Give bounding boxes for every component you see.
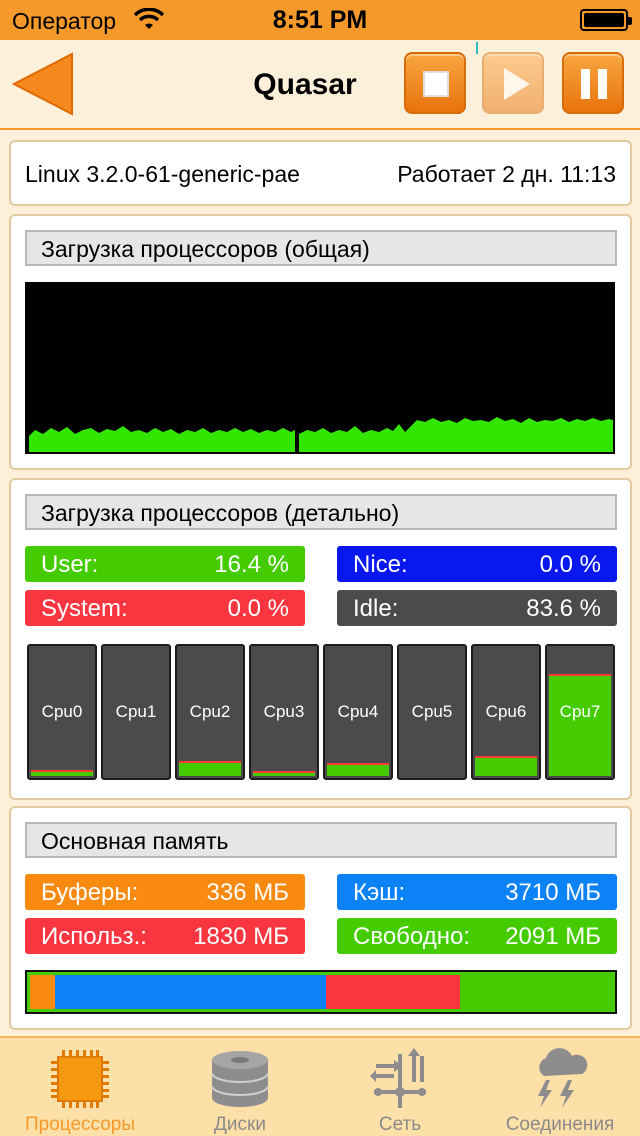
memory-usage-bar (25, 970, 617, 1014)
cpu-name: Cpu7 (559, 702, 601, 721)
memory-buffers-segment (30, 975, 55, 1009)
cache-stat: Кэш: 3710 МБ (337, 874, 617, 910)
cpu-name: Cpu5 (411, 702, 453, 721)
stat-value: 2091 МБ (505, 923, 601, 950)
network-icon (370, 1048, 426, 1108)
memory-cache-segment (55, 975, 326, 1009)
cpu-core-1: Cpu1 (101, 644, 171, 780)
stat-label: System: (41, 595, 128, 622)
tab-label: Процессоры (24, 1114, 136, 1135)
disk-icon (211, 1051, 269, 1107)
cpu-core-3: Cpu3 (249, 644, 319, 780)
back-arrow-icon[interactable] (12, 52, 74, 116)
tab-network[interactable]: Сеть (320, 1038, 480, 1136)
system-info-panel: Linux 3.2.0-61-generic-pae Работает 2 дн… (9, 140, 632, 206)
tab-disks[interactable]: Диски (160, 1038, 320, 1136)
cpu-load-area (29, 417, 613, 452)
cursor-mark (476, 42, 478, 54)
section-header: Основная память (25, 822, 617, 858)
cpu-name: Cpu6 (485, 702, 527, 721)
cpu-load-bar (179, 761, 241, 776)
stat-value: 0.0 % (539, 551, 601, 578)
stat-value: 1830 МБ (193, 923, 289, 950)
stat-label: Использ.: (41, 923, 147, 950)
memory-used-segment (326, 975, 460, 1009)
cpu-name: Cpu1 (115, 702, 157, 721)
tab-connections[interactable]: Соединения (480, 1038, 640, 1136)
idle-stat: Idle: 83.6 % (337, 590, 617, 626)
cpu-name: Cpu2 (189, 702, 231, 721)
cpu-load-bar (549, 674, 611, 776)
used-stat: Использ.: 1830 МБ (25, 918, 305, 954)
system-stat: System: 0.0 % (25, 590, 305, 626)
os-version: Linux 3.2.0-61-generic-pae (25, 161, 300, 187)
play-button[interactable] (482, 52, 544, 114)
cpu-load-graph (25, 282, 615, 454)
cpu-load-bar (475, 756, 537, 776)
clock: 8:51 PM (272, 6, 368, 34)
tab-bar: Процессоры Диски Сеть Соединения (0, 1036, 640, 1136)
cpu-load-bar (327, 763, 389, 776)
pause-button[interactable] (562, 52, 624, 114)
stat-value: 83.6 % (526, 595, 601, 622)
section-header: Загрузка процессоров (детально) (25, 494, 617, 530)
uptime: Работает 2 дн. 11:13 (397, 161, 616, 187)
buffers-stat: Буферы: 336 МБ (25, 874, 305, 910)
cpu-detail-panel: Загрузка процессоров (детально) User: 16… (9, 478, 632, 800)
tab-label: Диски (214, 1114, 266, 1135)
status-bar: Оператор 8:51 PM (0, 0, 640, 40)
cpu-chip-icon (51, 1050, 109, 1108)
nice-stat: Nice: 0.0 % (337, 546, 617, 582)
cpu-name: Cpu3 (263, 702, 305, 721)
cpu-core-7: Cpu7 (545, 644, 615, 780)
stat-value: 3710 МБ (505, 879, 601, 906)
battery-icon (580, 9, 632, 31)
stat-label: User: (41, 551, 99, 578)
stat-label: Свободно: (353, 923, 470, 950)
cpu-load-bar (253, 771, 315, 776)
stop-button[interactable] (404, 52, 466, 114)
stop-icon (423, 71, 449, 97)
stat-label: Буферы: (41, 879, 139, 906)
stat-value: 16.4 % (214, 551, 289, 578)
cpu-core-2: Cpu2 (175, 644, 245, 780)
tab-processors[interactable]: Процессоры (0, 1038, 160, 1136)
section-header: Загрузка процессоров (общая) (25, 230, 617, 266)
stat-label: Idle: (353, 595, 399, 622)
memory-panel: Основная память Буферы: 336 МБ Кэш: 3710… (9, 806, 632, 1030)
cpu-core-4: Cpu4 (323, 644, 393, 780)
tab-label: Сеть (378, 1114, 422, 1135)
cpu-core-0: Cpu0 (27, 644, 97, 780)
stat-value: 0.0 % (227, 595, 289, 622)
cpu-name: Cpu0 (41, 702, 83, 721)
stat-label: Кэш: (353, 879, 406, 906)
stat-label: Nice: (353, 551, 408, 578)
cpu-core-6: Cpu6 (471, 644, 541, 780)
cpu-core-5: Cpu5 (397, 644, 467, 780)
memory-free-segment (460, 975, 613, 1009)
cpu-total-panel: Загрузка процессоров (общая) (9, 214, 632, 470)
page-title: Quasar (253, 68, 357, 101)
cpu-load-bar (31, 770, 93, 776)
connections-cloud-icon (538, 1048, 588, 1108)
tab-label: Соединения (505, 1114, 615, 1135)
play-icon (504, 68, 530, 100)
nav-bar: Quasar (0, 40, 640, 130)
user-stat: User: 16.4 % (25, 546, 305, 582)
free-stat: Свободно: 2091 МБ (337, 918, 617, 954)
cpu-name: Cpu4 (337, 702, 379, 721)
stat-value: 336 МБ (206, 879, 289, 906)
